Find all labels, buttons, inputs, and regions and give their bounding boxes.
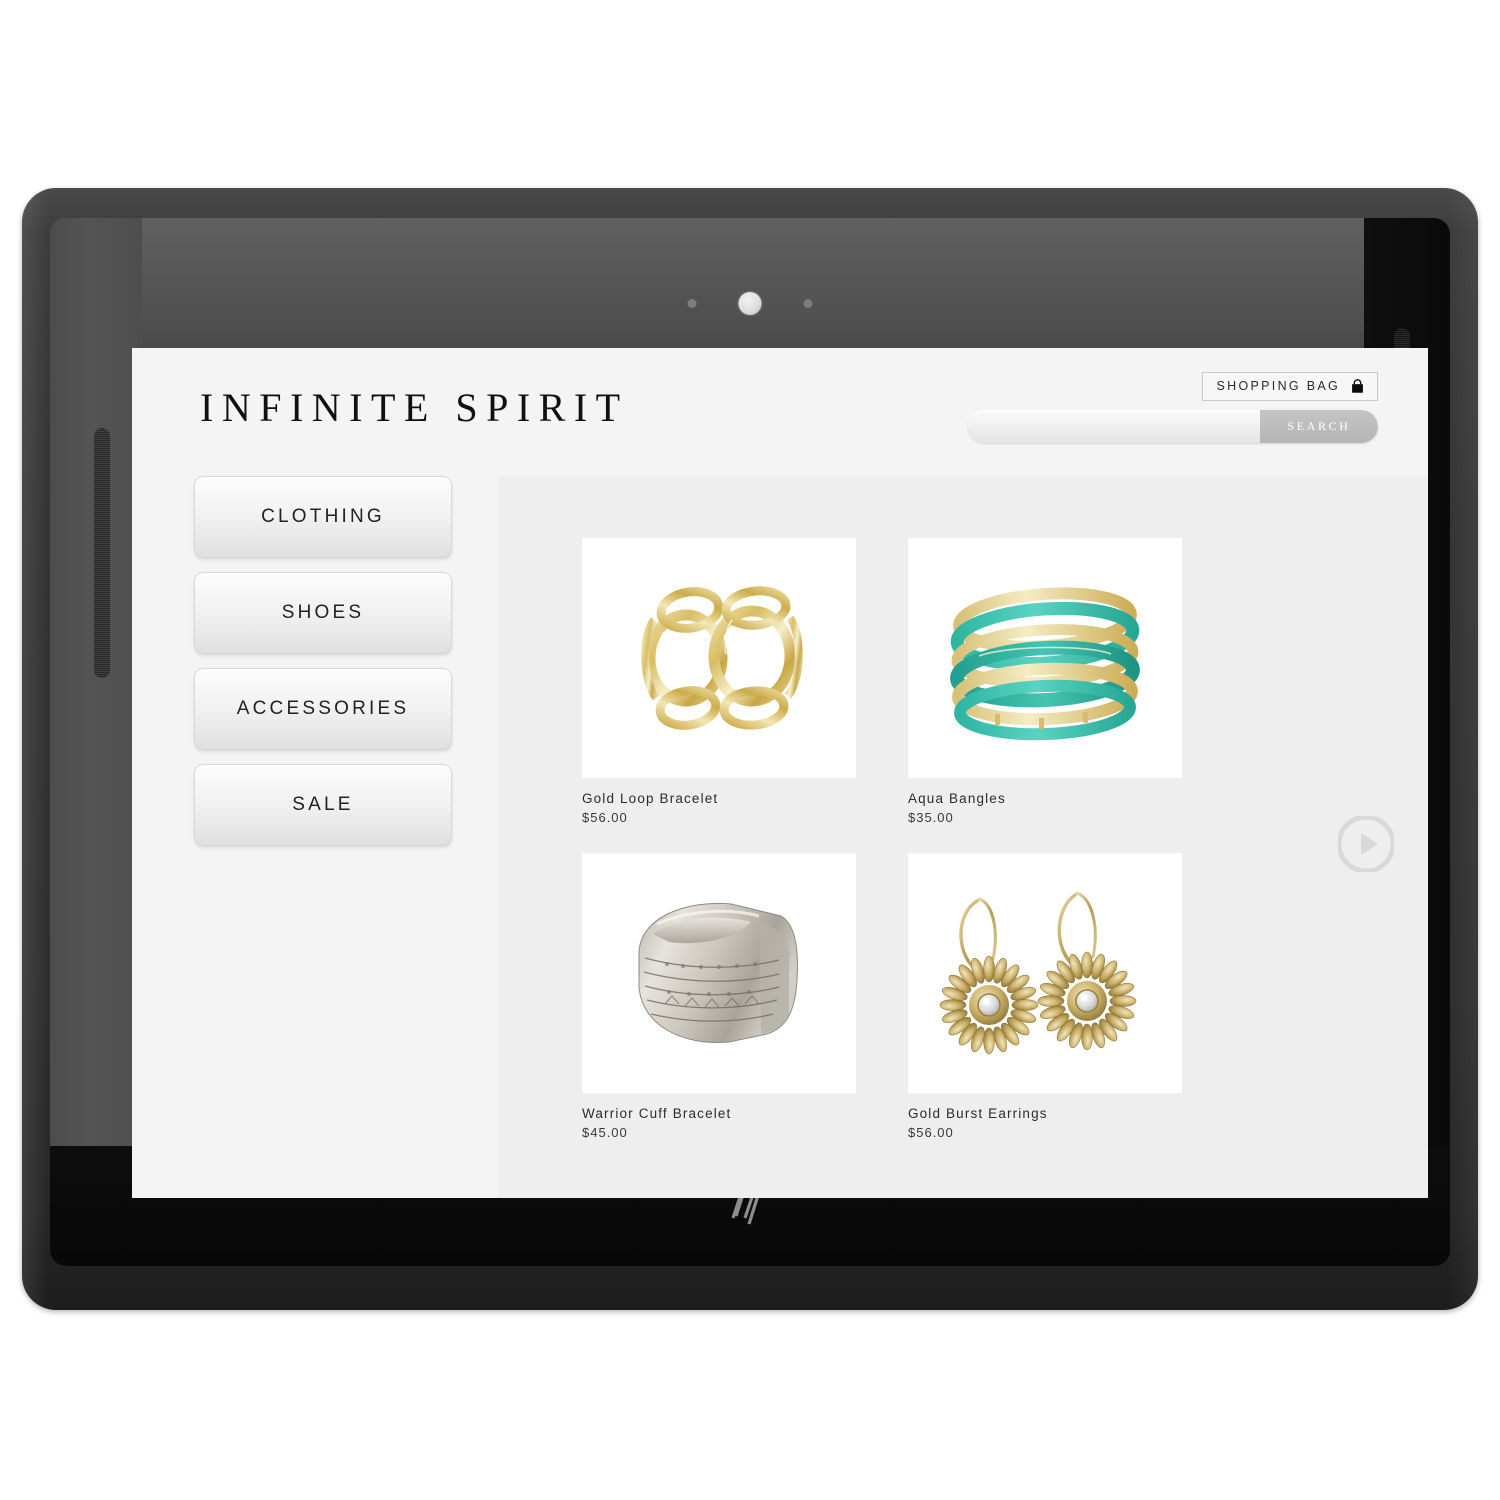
search-bar[interactable]: SEARCH	[968, 410, 1378, 443]
shopping-bag-icon	[1352, 379, 1363, 393]
product-price: $35.00	[908, 809, 954, 825]
storefront-page: INFINITE SPIRIT SHOPPING BAG SEARCH CLOT…	[132, 348, 1428, 1198]
product-price: $45.00	[582, 1124, 628, 1140]
product-image-aqua-bangles[interactable]	[908, 538, 1182, 778]
search-input[interactable]	[968, 410, 1260, 443]
sensor-dot-right	[803, 299, 813, 308]
product-panel: Gold Loop Bracelet $56.00 Aqua Bangles $…	[498, 476, 1428, 1198]
product-name: Gold Burst Earrings	[908, 1106, 1048, 1122]
product-name: Aqua Bangles	[908, 791, 1006, 806]
product-name: Warrior Cuff Bracelet	[582, 1106, 732, 1122]
next-page-button[interactable]	[1336, 814, 1396, 874]
tablet-inner-bezel: INFINITE SPIRIT SHOPPING BAG SEARCH CLOT…	[50, 218, 1450, 1266]
shopping-bag-label: SHOPPING BAG	[1216, 379, 1340, 394]
product-card[interactable]: Aqua Bangles $35.00	[908, 538, 1182, 827]
category-sidebar: CLOTHING SHOES ACCESSORIES SALE	[194, 476, 452, 860]
product-grid: Gold Loop Bracelet $56.00 Aqua Bangles $…	[582, 538, 1182, 1143]
shopping-bag-button[interactable]: SHOPPING BAG	[1201, 372, 1378, 401]
search-button[interactable]: SEARCH	[1260, 410, 1378, 443]
product-name: Gold Loop Bracelet	[582, 791, 719, 806]
product-image-gold-burst-earrings[interactable]	[908, 853, 1182, 1094]
bezel-left	[50, 218, 142, 1266]
product-price: $56.00	[582, 809, 628, 825]
camera-lens-icon	[738, 292, 762, 315]
product-meta: Gold Loop Bracelet $56.00	[582, 778, 856, 827]
speaker-grille-left	[94, 428, 110, 678]
product-meta: Warrior Cuff Bracelet $45.00	[582, 1093, 856, 1142]
product-card[interactable]: Warrior Cuff Bracelet $45.00	[582, 853, 856, 1142]
product-image-warrior-cuff-bracelet[interactable]	[582, 853, 856, 1094]
sidebar-item-sale[interactable]: SALE	[194, 764, 452, 846]
product-image-gold-loop-bracelet[interactable]	[582, 538, 856, 778]
tablet-outer-frame: INFINITE SPIRIT SHOPPING BAG SEARCH CLOT…	[22, 188, 1478, 1310]
device-root: INFINITE SPIRIT SHOPPING BAG SEARCH CLOT…	[0, 0, 1500, 1500]
product-card[interactable]: Gold Burst Earrings $56.00	[908, 853, 1182, 1142]
sensor-dot-left	[687, 299, 697, 308]
product-meta: Gold Burst Earrings $56.00	[908, 1093, 1182, 1142]
product-price: $56.00	[908, 1124, 954, 1140]
sidebar-item-accessories[interactable]: ACCESSORIES	[194, 668, 452, 750]
play-arrow-icon	[1336, 814, 1396, 874]
product-card[interactable]: Gold Loop Bracelet $56.00	[582, 538, 856, 827]
bezel-top	[50, 218, 1450, 354]
camera-cluster	[687, 292, 813, 315]
sidebar-item-clothing[interactable]: CLOTHING	[194, 476, 452, 558]
tablet-screen: INFINITE SPIRIT SHOPPING BAG SEARCH CLOT…	[132, 348, 1428, 1198]
product-meta: Aqua Bangles $35.00	[908, 778, 1182, 827]
sidebar-item-shoes[interactable]: SHOES	[194, 572, 452, 654]
brand-logo: INFINITE SPIRIT	[200, 385, 629, 430]
